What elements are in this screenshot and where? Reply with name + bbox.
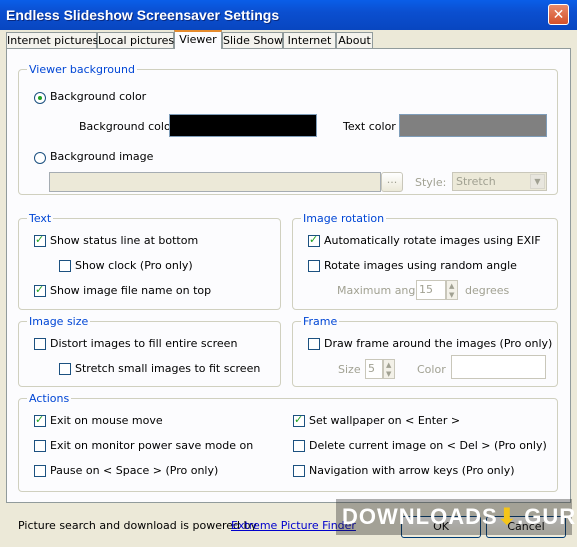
viewer-tab-panel: Viewer background Background color Backg… xyxy=(6,48,571,503)
auto-rotate-label[interactable]: Automatically rotate images using EXIF xyxy=(324,234,541,247)
tab-about[interactable]: About xyxy=(336,32,373,48)
tab-viewer[interactable]: Viewer xyxy=(174,30,222,49)
style-label: Style: xyxy=(415,176,447,189)
close-icon: ✕ xyxy=(552,7,565,23)
pause-space-label[interactable]: Pause on < Space > (Pro only) xyxy=(50,464,218,477)
chevron-down-icon[interactable]: ▼ xyxy=(530,174,545,189)
downloads-guru-watermark: DOWNLOADS⬇.GURU xyxy=(336,499,577,535)
show-status-label[interactable]: Show status line at bottom xyxy=(50,234,198,247)
random-rotate-label[interactable]: Rotate images using random angle xyxy=(324,259,517,272)
background-color-radio[interactable] xyxy=(34,92,46,104)
tab-local-pictures[interactable]: Local pictures xyxy=(97,32,174,48)
style-select-value: Stretch xyxy=(456,175,496,188)
navigation-checkbox[interactable] xyxy=(293,465,305,477)
max-angle-stepper[interactable]: 15 xyxy=(416,280,446,300)
draw-frame-checkbox[interactable] xyxy=(308,338,320,350)
spin-down-icon[interactable]: ▼ xyxy=(386,370,391,378)
show-filename-label[interactable]: Show image file name on top xyxy=(50,284,211,297)
show-clock-checkbox[interactable] xyxy=(59,260,71,272)
image-size-group: Image size Distort images to fill entire… xyxy=(18,315,281,387)
pause-space-checkbox[interactable] xyxy=(34,465,46,477)
stretch-small-label[interactable]: Stretch small images to fit screen xyxy=(75,362,260,375)
tab-slide-show[interactable]: Slide Show xyxy=(222,32,283,48)
show-status-checkbox[interactable] xyxy=(34,233,46,247)
image-size-legend: Image size xyxy=(27,315,91,328)
spin-up-icon[interactable]: ▲ xyxy=(449,282,454,290)
title-bar: Endless Slideshow Screensaver Settings ✕ xyxy=(0,0,577,30)
distort-checkbox[interactable] xyxy=(34,338,46,350)
window-title: Endless Slideshow Screensaver Settings xyxy=(6,7,280,23)
close-button[interactable]: ✕ xyxy=(548,4,569,25)
random-rotate-checkbox[interactable] xyxy=(308,260,320,272)
frame-size-spin-buttons[interactable]: ▲ ▼ xyxy=(383,359,395,379)
max-angle-spin-buttons[interactable]: ▲ ▼ xyxy=(446,280,458,300)
watermark-suffix: .GURU xyxy=(517,504,577,529)
background-color-label: Background color xyxy=(79,120,176,133)
spin-down-icon[interactable]: ▼ xyxy=(449,291,454,299)
text-color-label: Text color xyxy=(343,120,396,133)
frame-legend: Frame xyxy=(301,315,340,328)
actions-legend: Actions xyxy=(27,392,72,405)
background-color-radio-label[interactable]: Background color xyxy=(50,90,146,103)
show-clock-label[interactable]: Show clock (Pro only) xyxy=(75,259,193,272)
exit-power-label[interactable]: Exit on monitor power save mode on xyxy=(50,439,253,452)
exit-power-checkbox[interactable] xyxy=(34,440,46,452)
max-angle-label: Maximum angle xyxy=(337,284,426,297)
tab-internet[interactable]: Internet xyxy=(283,32,336,48)
exit-mouse-checkbox[interactable] xyxy=(34,413,46,427)
set-wallpaper-checkbox[interactable] xyxy=(293,413,305,427)
background-image-radio-label[interactable]: Background image xyxy=(50,150,153,163)
auto-rotate-checkbox[interactable] xyxy=(308,233,320,247)
navigation-label[interactable]: Navigation with arrow keys (Pro only) xyxy=(309,464,515,477)
tab-internet-pictures[interactable]: Internet pictures xyxy=(6,32,98,48)
frame-color-swatch[interactable] xyxy=(451,355,546,379)
viewer-background-group: Viewer background Background color Backg… xyxy=(18,63,558,195)
viewer-background-legend: Viewer background xyxy=(27,63,137,76)
distort-label[interactable]: Distort images to fill entire screen xyxy=(50,337,237,350)
frame-size-stepper[interactable]: 5 xyxy=(365,359,383,379)
powered-by-text: Picture search and download is powered b… xyxy=(18,519,258,532)
background-color-swatch[interactable] xyxy=(169,114,317,137)
frame-color-label: Color xyxy=(417,363,446,376)
style-select[interactable]: Stretch ▼ xyxy=(452,172,547,191)
text-color-swatch[interactable] xyxy=(399,114,547,137)
background-image-radio[interactable] xyxy=(34,152,46,164)
browse-button[interactable]: ... xyxy=(381,172,403,192)
image-rotation-group: Image rotation Automatically rotate imag… xyxy=(292,212,558,310)
stretch-small-checkbox[interactable] xyxy=(59,363,71,375)
download-arrow-icon: ⬇ xyxy=(497,504,518,529)
show-filename-checkbox[interactable] xyxy=(34,283,46,297)
delete-current-checkbox[interactable] xyxy=(293,440,305,452)
spin-up-icon[interactable]: ▲ xyxy=(386,361,391,369)
actions-group: Actions Exit on mouse move Exit on monit… xyxy=(18,392,558,492)
text-group: Text Show status line at bottom Show clo… xyxy=(18,212,281,310)
image-rotation-legend: Image rotation xyxy=(301,212,387,225)
exit-mouse-label[interactable]: Exit on mouse move xyxy=(50,414,163,427)
set-wallpaper-label[interactable]: Set wallpaper on < Enter > xyxy=(309,414,460,427)
draw-frame-label[interactable]: Draw frame around the images (Pro only) xyxy=(324,337,552,350)
frame-group: Frame Draw frame around the images (Pro … xyxy=(292,315,558,387)
watermark-text: DOWNLOADS xyxy=(342,504,498,529)
delete-current-label[interactable]: Delete current image on < Del > (Pro onl… xyxy=(309,439,547,452)
background-image-path-field[interactable] xyxy=(49,172,381,192)
text-group-legend: Text xyxy=(27,212,54,225)
frame-size-label: Size xyxy=(338,363,361,376)
degrees-label: degrees xyxy=(465,284,510,297)
